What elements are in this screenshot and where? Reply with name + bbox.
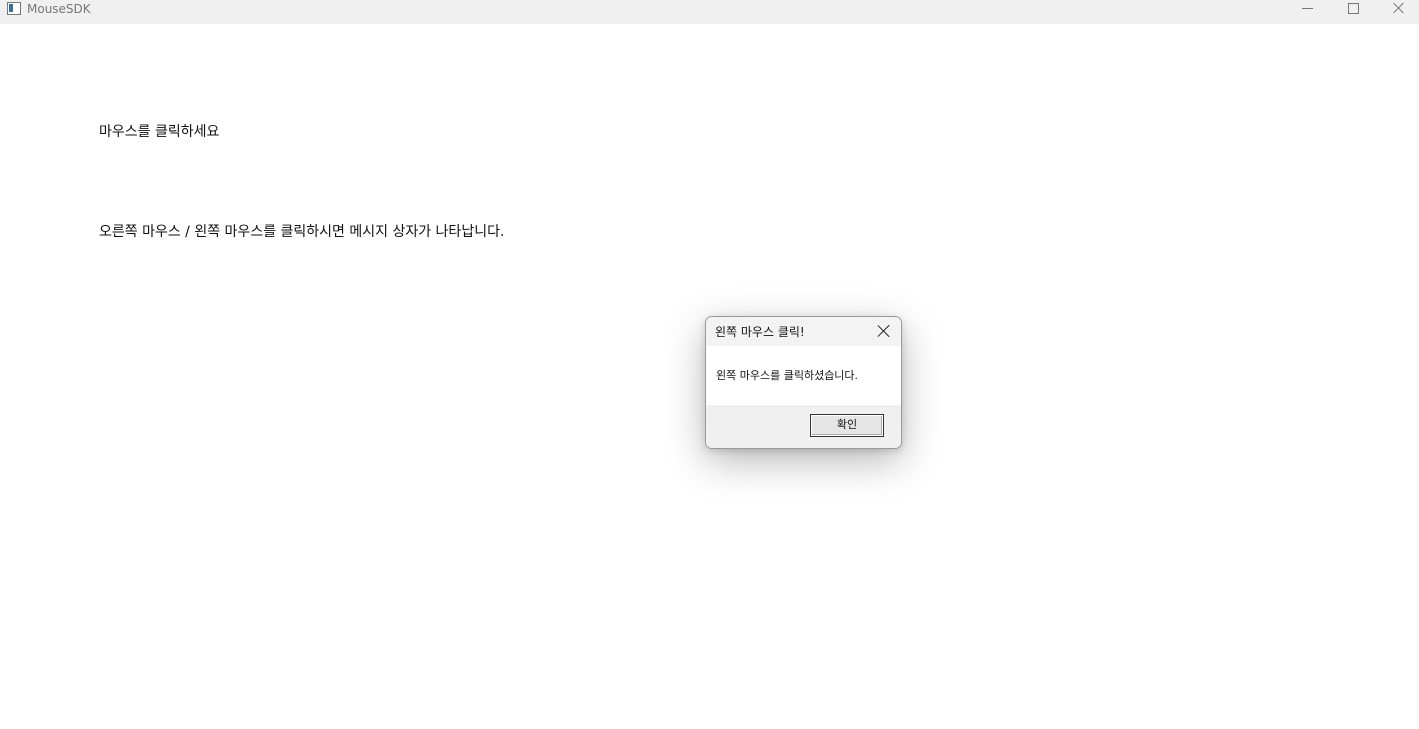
dialog-message: 왼쪽 마우스를 클릭하셨습니다. [716, 369, 859, 382]
close-icon [1393, 2, 1405, 14]
title-bar[interactable]: MouseSDK [0, 0, 1419, 24]
maximize-button[interactable] [1331, 0, 1377, 20]
description-label: 오른쪽 마우스 / 왼쪽 마우스를 클릭하시면 메시지 상자가 나타납니다. [99, 224, 505, 240]
dialog-title: 왼쪽 마우스 클릭! [715, 325, 805, 339]
dialog-footer: 확인 [706, 405, 901, 448]
window-title: MouseSDK [27, 2, 91, 16]
ok-button[interactable]: 확인 [810, 414, 884, 437]
close-button[interactable] [1377, 0, 1419, 20]
app-window-icon [7, 2, 21, 15]
dialog-title-bar[interactable]: 왼쪽 마우스 클릭! [706, 317, 901, 346]
minimize-icon [1302, 8, 1313, 9]
app-window: MouseSDK 마우스를 클릭하세요 오른쪽 마우스 / 왼쪽 마우스를 클릭… [0, 0, 1419, 729]
instruction-label: 마우스를 클릭하세요 [99, 124, 220, 140]
maximize-icon [1348, 3, 1359, 14]
dialog-body: 왼쪽 마우스를 클릭하셨습니다. [706, 346, 901, 405]
minimize-button[interactable] [1285, 0, 1331, 20]
dialog-close-icon[interactable] [877, 324, 891, 338]
message-box: 왼쪽 마우스 클릭! 왼쪽 마우스를 클릭하셨습니다. 확인 [705, 316, 902, 449]
